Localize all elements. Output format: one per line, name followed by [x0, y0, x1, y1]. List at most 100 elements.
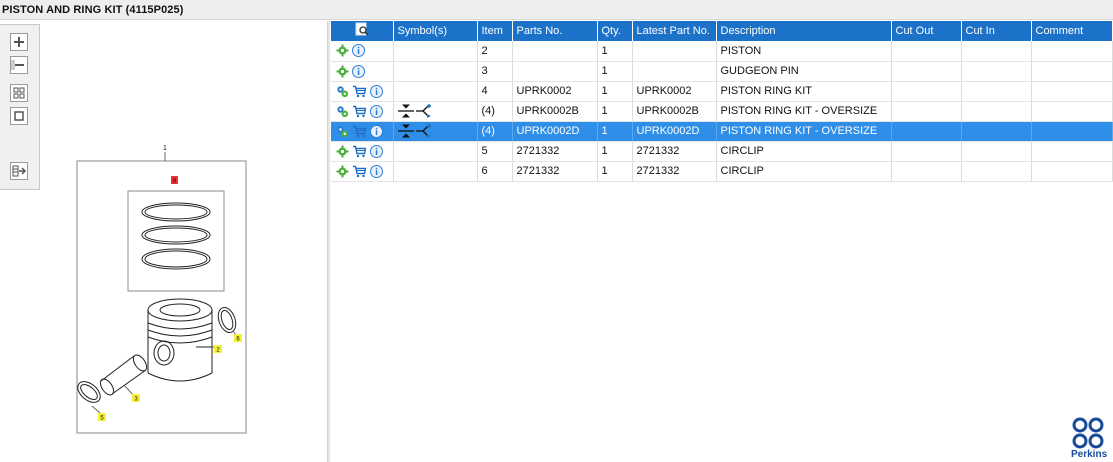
zoom-in-button[interactable]	[10, 33, 28, 51]
cell-description: GUDGEON PIN	[716, 61, 892, 82]
gear-icon[interactable]	[336, 165, 349, 178]
cell-part-no: UPRK0002	[512, 81, 598, 102]
cell-qty: 1	[597, 41, 633, 62]
column-header-latest-part-no[interactable]: Latest Part No.	[632, 21, 717, 41]
cell-item: 4	[477, 81, 513, 102]
cell-latest-part-no: UPRK0002B	[632, 101, 717, 122]
cell-part-no: 2721332	[512, 161, 598, 182]
parts-table: Symbol(s) Item Parts No. Qty. Latest Par…	[331, 21, 1113, 182]
window-title: PISTON AND RING KIT (4115P025)	[0, 0, 1113, 20]
cell-cut-in	[961, 41, 1032, 62]
info-icon[interactable]	[370, 144, 383, 158]
cell-cut-in	[961, 121, 1032, 142]
cart-icon[interactable]	[352, 125, 367, 138]
brand-name: Perkins	[1071, 449, 1108, 460]
column-header-description[interactable]: Description	[716, 21, 892, 41]
column-header-qty[interactable]: Qty.	[597, 21, 633, 41]
table-row[interactable]: (4) UPRK0002B 1 UPRK0002B PISTON RING KIT - …	[331, 101, 1113, 122]
cell-description: PISTON	[716, 41, 892, 62]
cell-item: 5	[477, 141, 513, 162]
compress-icon	[397, 104, 414, 118]
cell-description: CIRCLIP	[716, 141, 892, 162]
table-row[interactable]: 5 2721332 1 2721332 CIRCLIP	[331, 141, 1113, 162]
cell-cut-in	[961, 61, 1032, 82]
row-actions	[331, 141, 394, 162]
table-header: Symbol(s) Item Parts No. Qty. Latest Par…	[331, 21, 1113, 41]
cell-comment	[1031, 161, 1113, 182]
cell-description: CIRCLIP	[716, 161, 892, 182]
gear-icon[interactable]	[336, 145, 349, 158]
exploded-view-drawing: 1 8 2 6 3 5	[76, 145, 247, 434]
cell-cut-out	[891, 141, 962, 162]
cell-part-no	[512, 61, 598, 82]
cell-latest-part-no: UPRK0002D	[632, 121, 717, 142]
row-actions	[331, 61, 394, 82]
cell-item: 6	[477, 161, 513, 182]
table-row[interactable]: 3 1 GUDGEON PIN	[331, 61, 1113, 82]
cart-icon[interactable]	[352, 105, 367, 118]
fit-all-button[interactable]	[10, 84, 28, 102]
row-actions	[331, 101, 394, 122]
column-header-comment[interactable]: Comment	[1031, 21, 1113, 41]
cell-qty: 1	[597, 61, 633, 82]
cell-comment	[1031, 81, 1113, 102]
gears-icon[interactable]	[336, 105, 349, 118]
info-icon[interactable]	[352, 64, 365, 78]
cell-item: (4)	[477, 101, 513, 122]
cell-qty: 1	[597, 161, 633, 182]
zoom-out-button[interactable]	[10, 56, 28, 74]
cell-cut-out	[891, 121, 962, 142]
cell-comment	[1031, 41, 1113, 62]
info-icon[interactable]	[370, 124, 383, 138]
cell-qty: 1	[597, 141, 633, 162]
column-header-actions[interactable]	[331, 21, 394, 41]
info-icon[interactable]	[370, 84, 383, 98]
gears-icon[interactable]	[336, 125, 349, 138]
cell-latest-part-no	[632, 61, 717, 82]
row-actions	[331, 81, 394, 102]
column-header-cut-in[interactable]: Cut In	[961, 21, 1032, 41]
gear-icon[interactable]	[336, 65, 349, 78]
symbols-cell	[393, 101, 478, 122]
cell-item: 3	[477, 61, 513, 82]
gear-icon[interactable]	[336, 44, 349, 57]
cell-latest-part-no: 2721332	[632, 141, 717, 162]
cart-icon[interactable]	[352, 145, 367, 158]
cell-cut-in	[961, 101, 1032, 122]
grid-icon	[13, 87, 25, 99]
fit-window-button[interactable]	[10, 107, 28, 125]
symbols-cell	[393, 141, 478, 162]
info-icon[interactable]	[352, 44, 365, 58]
cell-latest-part-no: 2721332	[632, 161, 717, 182]
minus-icon	[11, 60, 24, 70]
cell-comment	[1031, 101, 1113, 122]
column-header-symbols[interactable]: Symbol(s)	[393, 21, 478, 41]
cart-icon[interactable]	[352, 85, 367, 98]
column-header-cut-out[interactable]: Cut Out	[891, 21, 962, 41]
branch-icon	[415, 104, 432, 118]
square-icon	[14, 111, 24, 121]
pane-splitter[interactable]	[327, 21, 330, 462]
table-row[interactable]: (4) UPRK0002D 1 UPRK0002D PISTON RING KIT - …	[331, 121, 1113, 142]
row-actions	[331, 121, 394, 142]
column-header-parts-no[interactable]: Parts No.	[512, 21, 598, 41]
cell-cut-out	[891, 101, 962, 122]
cell-cut-out	[891, 81, 962, 102]
list-arrow-icon	[12, 165, 27, 177]
info-icon[interactable]	[370, 164, 383, 178]
gears-icon[interactable]	[336, 85, 349, 98]
info-icon[interactable]	[370, 104, 383, 118]
table-row[interactable]: 6 2721332 1 2721332 CIRCLIP	[331, 161, 1113, 182]
column-header-item[interactable]: Item	[477, 21, 513, 41]
row-actions	[331, 161, 394, 182]
drawing-pane[interactable]: 1 8 2 6 3 5	[0, 21, 327, 462]
cell-comment	[1031, 121, 1113, 142]
cart-icon[interactable]	[352, 165, 367, 178]
show-hotspots-button[interactable]	[10, 162, 28, 180]
cell-latest-part-no: UPRK0002	[632, 81, 717, 102]
table-row[interactable]: 4 UPRK0002 1 UPRK0002 PISTON RING KIT	[331, 81, 1113, 102]
cell-qty: 1	[597, 81, 633, 102]
cell-cut-out	[891, 161, 962, 182]
callout-1: 1	[163, 145, 167, 152]
table-row[interactable]: 2 1 PISTON	[331, 41, 1113, 62]
